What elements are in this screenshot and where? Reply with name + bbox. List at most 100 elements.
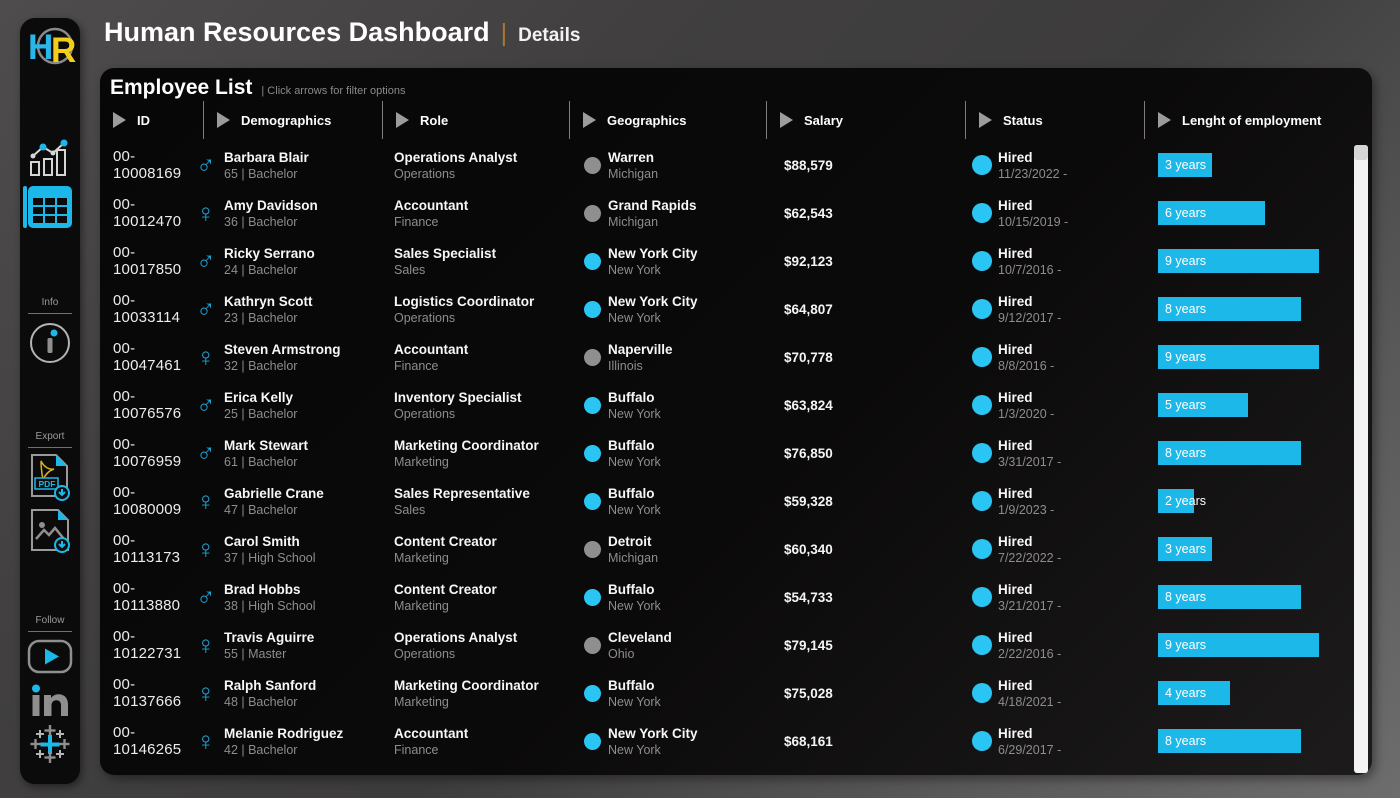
gender-icon: ♂ — [196, 248, 224, 274]
city-dot — [584, 637, 601, 654]
employee-hire-date: 3/31/2017 - — [998, 454, 1061, 470]
tenure-bar: 5 years — [1158, 393, 1248, 417]
tenure-label: 8 years — [1158, 590, 1206, 604]
employee-age-education: 25 | Bachelor — [224, 406, 297, 422]
sidebar-item-charts[interactable] — [20, 138, 80, 178]
table-row[interactable]: 00-10012470 ♀ Amy Davidson 36 | Bachelor… — [100, 189, 1358, 237]
linkedin-icon — [30, 681, 70, 717]
city-dot — [584, 157, 601, 174]
filter-arrow-icon[interactable] — [396, 112, 409, 128]
employee-name: Travis Aguirre — [224, 629, 314, 646]
employee-rows: 00-10008169 ♂ Barbara Blair 65 | Bachelo… — [100, 141, 1358, 765]
employee-id: 00-10017850 — [113, 244, 196, 278]
pdf-download-icon: PDF — [29, 454, 71, 501]
dashboard-title: Human Resources Dashboard — [104, 17, 490, 48]
city-dot — [584, 349, 601, 366]
tenure-label: 4 years — [1158, 686, 1206, 700]
employee-department: Sales — [394, 502, 530, 518]
employee-city: Cleveland — [608, 629, 672, 646]
youtube-link[interactable] — [20, 639, 80, 674]
table-row[interactable]: 00-10033114 ♂ Kathryn Scott 23 | Bachelo… — [100, 285, 1358, 333]
employee-department: Marketing — [394, 550, 497, 566]
employee-hire-date: 8/8/2016 - — [998, 358, 1054, 374]
table-row[interactable]: 00-10113880 ♂ Brad Hobbs 38 | High Schoo… — [100, 573, 1358, 621]
column-label: Role — [420, 113, 448, 128]
table-row[interactable]: 00-10146265 ♀ Melanie Rodriguez 42 | Bac… — [100, 717, 1358, 765]
employee-state: New York — [608, 406, 661, 422]
employee-salary: $64,807 — [784, 302, 972, 317]
follow-label: Follow — [20, 615, 80, 626]
table-row[interactable]: 00-10122731 ♀ Travis Aguirre 55 | Master… — [100, 621, 1358, 669]
filter-arrow-icon[interactable] — [217, 112, 230, 128]
export-pdf-button[interactable]: PDF — [20, 454, 80, 501]
gender-icon: ♀ — [196, 344, 224, 370]
filter-arrow-icon[interactable] — [780, 112, 793, 128]
employee-state: Ohio — [608, 646, 672, 662]
table-row[interactable]: 00-10080009 ♀ Gabrielle Crane 47 | Bache… — [100, 477, 1358, 525]
employee-id: 00-10137666 — [113, 676, 196, 710]
gender-icon: ♀ — [196, 200, 224, 226]
status-dot — [972, 539, 992, 559]
table-row[interactable]: 00-10076959 ♂ Mark Stewart 61 | Bachelor… — [100, 429, 1358, 477]
tenure-label: 3 years — [1158, 158, 1206, 172]
filter-arrow-icon[interactable] — [1158, 112, 1171, 128]
employee-role: Marketing Coordinator — [394, 437, 539, 454]
panel-hint: | Click arrows for filter options — [261, 85, 405, 97]
table-row[interactable]: 00-10008169 ♂ Barbara Blair 65 | Bachelo… — [100, 141, 1358, 189]
employee-department: Marketing — [394, 694, 539, 710]
employee-role: Accountant — [394, 197, 468, 214]
status-dot — [972, 299, 992, 319]
employee-age-education: 24 | Bachelor — [224, 262, 315, 278]
employee-name: Brad Hobbs — [224, 581, 316, 598]
filter-arrow-icon[interactable] — [979, 112, 992, 128]
employee-department: Operations — [394, 166, 517, 182]
employee-state: New York — [608, 454, 661, 470]
tenure-label: 8 years — [1158, 734, 1206, 748]
gender-icon: ♂ — [196, 584, 224, 610]
employee-hire-date: 9/12/2017 - — [998, 310, 1061, 326]
employee-department: Finance — [394, 358, 468, 374]
tenure-bar: 9 years — [1158, 633, 1319, 657]
employee-salary: $60,340 — [784, 542, 972, 557]
combo-chart-icon — [28, 138, 72, 178]
info-button[interactable] — [20, 322, 80, 364]
export-image-button[interactable] — [20, 508, 80, 553]
table-row[interactable]: 00-10137666 ♀ Ralph Sanford 48 | Bachelo… — [100, 669, 1358, 717]
column-label: Geographics — [607, 113, 686, 128]
employee-role: Accountant — [394, 725, 468, 742]
employee-hire-date: 11/23/2022 - — [998, 166, 1067, 182]
table-row[interactable]: 00-10047461 ♀ Steven Armstrong 32 | Bach… — [100, 333, 1358, 381]
table-row[interactable]: 00-10076576 ♂ Erica Kelly 25 | Bachelor … — [100, 381, 1358, 429]
employee-status: Hired — [998, 725, 1061, 742]
status-dot — [972, 347, 992, 367]
scrollbar-track[interactable] — [1354, 145, 1368, 773]
linkedin-link[interactable] — [20, 681, 80, 717]
employee-salary: $75,028 — [784, 686, 972, 701]
employee-department: Finance — [394, 214, 468, 230]
employee-id: 00-10113173 — [113, 532, 196, 566]
gender-icon: ♀ — [196, 680, 224, 706]
table-row[interactable]: 00-10017850 ♂ Ricky Serrano 24 | Bachelo… — [100, 237, 1358, 285]
column-header-geographics: Geographics — [569, 101, 766, 139]
employee-status: Hired — [998, 149, 1067, 166]
employee-city: New York City — [608, 245, 698, 262]
table-row[interactable]: 00-10113173 ♀ Carol Smith 37 | High Scho… — [100, 525, 1358, 573]
sidebar-item-details-table[interactable] — [20, 186, 80, 228]
employee-status: Hired — [998, 533, 1061, 550]
employee-age-education: 61 | Bachelor — [224, 454, 308, 470]
employee-salary: $59,328 — [784, 494, 972, 509]
scrollbar-thumb[interactable] — [1354, 145, 1368, 160]
filter-arrow-icon[interactable] — [113, 112, 126, 128]
filter-arrow-icon[interactable] — [583, 112, 596, 128]
tableau-link[interactable] — [20, 723, 80, 765]
status-dot — [972, 731, 992, 751]
employee-department: Sales — [394, 262, 496, 278]
column-label: Status — [1003, 113, 1043, 128]
employee-state: New York — [608, 598, 661, 614]
gender-icon: ♂ — [196, 392, 224, 418]
tableau-icon — [28, 723, 72, 765]
panel-title: Employee List — [110, 76, 252, 100]
youtube-icon — [27, 639, 73, 674]
employee-id: 00-10076576 — [113, 388, 196, 422]
employee-city: Buffalo — [608, 389, 661, 406]
